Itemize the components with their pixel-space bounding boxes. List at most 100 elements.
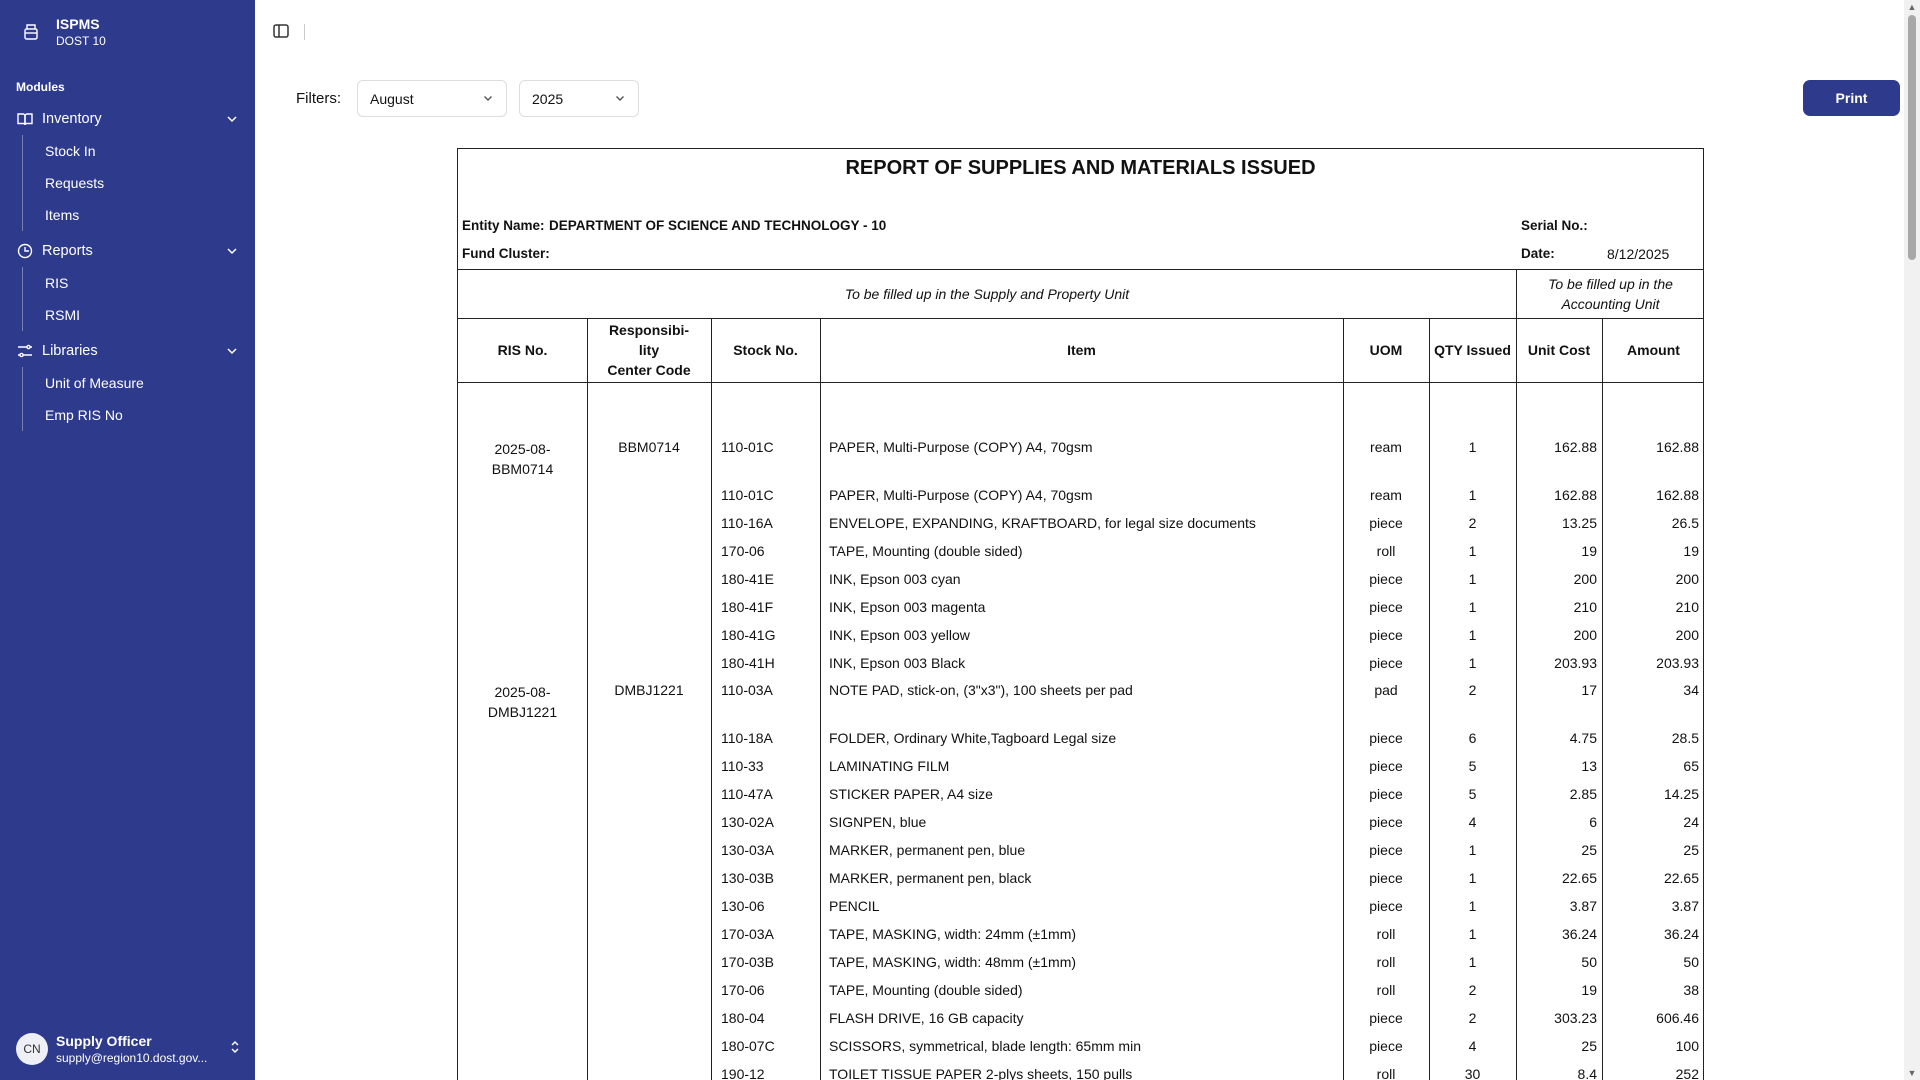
- nav-inventory[interactable]: Inventory: [0, 103, 255, 135]
- ris-no-group-2-line1: 2025-08-: [494, 684, 551, 700]
- nav-libraries[interactable]: Libraries: [0, 335, 255, 367]
- page-scrollbar[interactable]: ▲ ▼: [1904, 0, 1920, 1080]
- cell-stock: 170-03A: [721, 926, 774, 942]
- cell-unit-cost: 6: [1589, 814, 1597, 830]
- cell-unit-cost: 17: [1581, 682, 1597, 698]
- sidebar-item-ris[interactable]: RIS: [45, 267, 255, 299]
- cell-item: PAPER, Multi-Purpose (COPY) A4, 70gsm: [829, 487, 1093, 503]
- sidebar-item-unit-of-measure[interactable]: Unit of Measure: [45, 367, 255, 399]
- cell-qty: 1: [1468, 599, 1477, 615]
- filters-bar: Filters: August 2025: [296, 80, 651, 117]
- modules-label: Modules: [16, 80, 65, 94]
- cell-qty: 2: [1468, 682, 1477, 698]
- cell-uom: roll: [1376, 1066, 1396, 1080]
- chevron-down-icon: [482, 91, 494, 107]
- cell-item: PENCIL: [829, 898, 880, 914]
- cell-item: SCISSORS, symmetrical, blade length: 65m…: [829, 1038, 1141, 1054]
- avatar: CN: [16, 1033, 48, 1065]
- cell-qty: 1: [1468, 439, 1477, 455]
- cell-qty: 1: [1468, 870, 1477, 886]
- col-header-rcc-line1: Responsibi-: [608, 322, 690, 338]
- cell-uom: piece: [1369, 655, 1403, 671]
- cell-unit-cost: 4.75: [1569, 730, 1597, 746]
- rcc-group-1: BBM0714: [618, 439, 680, 455]
- cell-stock: 180-41F: [721, 599, 774, 615]
- cell-unit-cost: 210: [1573, 599, 1597, 615]
- nav-reports[interactable]: Reports: [0, 235, 255, 267]
- serial-no-label: Serial No.:: [1521, 218, 1588, 233]
- date-value: 8/12/2025: [1607, 246, 1670, 262]
- divider: [304, 24, 305, 40]
- brand[interactable]: ISPMS DOST 10: [16, 12, 106, 52]
- cell-amount: 36.24: [1663, 926, 1699, 942]
- cell-item: FOLDER, Ordinary White,Tagboard Legal si…: [829, 730, 1117, 746]
- cell-qty: 1: [1468, 655, 1477, 671]
- nav-group-reports: Reports RIS RSMI: [0, 235, 255, 331]
- sidebar-item-items[interactable]: Items: [45, 199, 255, 231]
- report-document: REPORT OF SUPPLIES AND MATERIALS ISSUED …: [457, 148, 1704, 1080]
- cell-item: TAPE, Mounting (double sided): [829, 543, 1023, 559]
- cell-qty: 4: [1468, 1038, 1477, 1054]
- cell-item: TAPE, MASKING, width: 48mm (±1mm): [829, 954, 1077, 970]
- cell-stock: 130-03A: [721, 842, 774, 858]
- cell-amount: 203.93: [1656, 655, 1699, 671]
- cell-qty: 5: [1468, 758, 1477, 774]
- scroll-down-arrow[interactable]: ▼: [1907, 1068, 1917, 1078]
- cell-qty: 4: [1468, 814, 1477, 830]
- accounting-unit-note-line1: To be filled up in the: [1548, 276, 1673, 292]
- cell-qty: 2: [1468, 982, 1477, 998]
- cell-stock: 110-01C: [721, 487, 774, 503]
- entity-name-value: DEPARTMENT OF SCIENCE AND TECHNOLOGY - 1…: [549, 218, 887, 233]
- cell-item: INK, Epson 003 magenta: [829, 599, 986, 615]
- cell-unit-cost: 162.88: [1554, 487, 1597, 503]
- cell-uom: roll: [1376, 954, 1396, 970]
- cell-item: NOTE PAD, stick-on, (3"x3"), 100 sheets …: [829, 682, 1133, 698]
- chevron-down-icon: [614, 91, 626, 107]
- sidebar-item-rsmi[interactable]: RSMI: [45, 299, 255, 331]
- nav-group-libraries: Libraries Unit of Measure Emp RIS No: [0, 335, 255, 431]
- cell-amount: 25: [1683, 842, 1699, 858]
- cell-unit-cost: 200: [1573, 627, 1597, 643]
- cell-qty: 5: [1468, 786, 1477, 802]
- accounting-unit-note-line2: Accounting Unit: [1561, 296, 1660, 312]
- cell-item: MARKER, permanent pen, blue: [829, 842, 1026, 858]
- col-header-rcc-line2: lity: [638, 342, 660, 358]
- nav-libraries-label: Libraries: [42, 343, 98, 359]
- archive-icon: [16, 12, 46, 52]
- month-select[interactable]: August: [357, 80, 507, 117]
- scroll-up-arrow[interactable]: ▲: [1907, 2, 1917, 12]
- ris-no-group-2: 2025-08- DMBJ1221: [458, 682, 587, 722]
- sliders-icon: [16, 342, 34, 360]
- filters-label: Filters:: [296, 90, 341, 107]
- sidebar-toggle-icon[interactable]: [272, 22, 292, 42]
- nav-reports-label: Reports: [42, 243, 93, 259]
- cell-item: SIGNPEN, blue: [829, 814, 927, 830]
- scroll-thumb[interactable]: [1908, 15, 1916, 260]
- cell-amount: 38: [1683, 982, 1699, 998]
- year-value: 2025: [532, 90, 564, 107]
- cell-amount: 200: [1675, 627, 1699, 643]
- cell-uom: piece: [1369, 571, 1403, 587]
- print-button[interactable]: Print: [1803, 80, 1900, 116]
- col-header-rcc-line3: Center Code: [607, 362, 691, 378]
- cell-qty: 1: [1468, 571, 1477, 587]
- supply-unit-note: To be filled up in the Supply and Proper…: [844, 286, 1130, 302]
- cell-stock: 180-41H: [721, 655, 775, 671]
- sidebar-item-requests[interactable]: Requests: [45, 167, 255, 199]
- cell-amount: 34: [1683, 682, 1699, 698]
- user-name: Supply Officer: [56, 1033, 152, 1049]
- cell-stock: 180-41G: [721, 627, 776, 643]
- cell-amount: 200: [1675, 571, 1699, 587]
- sidebar-item-emp-ris-no[interactable]: Emp RIS No: [45, 399, 255, 431]
- cell-item: STICKER PAPER, A4 size: [829, 786, 993, 802]
- cell-item: PAPER, Multi-Purpose (COPY) A4, 70gsm: [829, 439, 1093, 455]
- cell-stock: 180-04: [721, 1010, 765, 1026]
- nav-inventory-label: Inventory: [42, 111, 102, 127]
- user-menu[interactable]: CN Supply Officer supply@region10.dost.g…: [16, 1032, 241, 1066]
- cell-unit-cost: 25: [1581, 842, 1597, 858]
- cell-stock: 110-18A: [721, 730, 773, 746]
- cell-amount: 22.65: [1663, 870, 1699, 886]
- chevron-down-icon: [225, 344, 239, 358]
- year-select[interactable]: 2025: [519, 80, 639, 117]
- sidebar-item-stock-in[interactable]: Stock In: [45, 135, 255, 167]
